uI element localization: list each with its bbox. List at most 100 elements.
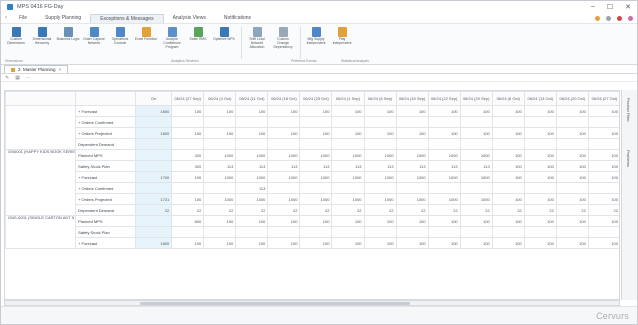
value-cell[interactable]: 100 — [491, 237, 525, 249]
value-cell[interactable]: 100 — [331, 215, 365, 227]
value-cell[interactable]: 100 — [587, 193, 619, 205]
value-cell[interactable]: 1000 — [331, 149, 365, 161]
value-cell[interactable] — [523, 182, 557, 194]
value-cell[interactable]: 100 — [363, 105, 397, 117]
value-cell[interactable]: 100 — [363, 237, 397, 249]
close-tab-icon[interactable]: × — [59, 67, 62, 72]
value-cell[interactable] — [395, 116, 429, 128]
value-cell[interactable]: 1000 — [235, 193, 269, 205]
edit-icon[interactable]: ✎ — [5, 75, 9, 81]
value-cell[interactable]: 113 — [459, 160, 493, 172]
value-cell[interactable]: 1000 — [267, 171, 301, 183]
value-cell[interactable]: 100 — [555, 105, 589, 117]
value-cell[interactable]: 100 — [267, 127, 301, 139]
ribbon-button[interactable]: Order Capture Network — [82, 27, 106, 46]
value-cell[interactable]: 113 — [395, 160, 429, 172]
value-cell[interactable]: 100 — [523, 215, 557, 227]
value-cell[interactable] — [395, 182, 429, 194]
value-cell[interactable]: 100 — [587, 127, 619, 139]
value-cell[interactable] — [427, 182, 461, 194]
value-cell[interactable]: 100 — [459, 127, 493, 139]
menu-item[interactable]: Analysis Views — [164, 14, 215, 23]
value-cell[interactable]: 1800 — [135, 237, 173, 249]
ribbon-button[interactable]: Analyze Confidence Program — [160, 27, 184, 49]
value-cell[interactable]: 100 — [299, 237, 333, 249]
value-cell[interactable] — [331, 182, 365, 194]
product-cell[interactable]: GNS-0001 (SINGLE CARTON ADT 5 KIDS) — [5, 215, 77, 249]
value-cell[interactable]: 100 — [523, 193, 557, 205]
value-cell[interactable]: 1000 — [203, 171, 237, 183]
value-cell[interactable]: 100 — [267, 105, 301, 117]
ribbon-button[interactable]: Custom Change Dependency — [271, 27, 295, 49]
value-cell[interactable]: 1000 — [203, 149, 237, 161]
menu-item[interactable]: Exceptions & Messages — [90, 13, 164, 23]
ribbon-button[interactable]: Optimize MPS — [212, 27, 236, 42]
value-cell[interactable]: 100 — [171, 127, 205, 139]
value-cell[interactable]: 22 — [427, 204, 461, 216]
value-cell[interactable] — [587, 116, 619, 128]
value-cell[interactable]: 100 — [363, 127, 397, 139]
value-cell[interactable]: 100 — [555, 149, 589, 161]
value-cell[interactable]: 113 — [235, 160, 269, 172]
ribbon-button[interactable]: Mfg Supply Independent — [304, 27, 328, 46]
value-cell[interactable] — [459, 182, 493, 194]
value-cell[interactable]: 1000 — [459, 193, 493, 205]
value-cell[interactable]: 100 — [171, 237, 205, 249]
value-cell[interactable]: 22 — [555, 204, 589, 216]
value-cell[interactable]: 113 — [299, 160, 333, 172]
value-cell[interactable]: 1000 — [427, 171, 461, 183]
value-cell[interactable] — [555, 226, 589, 238]
value-cell[interactable]: 100 — [555, 171, 589, 183]
value-cell[interactable]: 100 — [523, 105, 557, 117]
value-cell[interactable]: 100 — [587, 105, 619, 117]
value-cell[interactable] — [363, 138, 397, 150]
column-header[interactable]: 06/24 (27 Oct) — [587, 91, 619, 106]
value-cell[interactable]: 100 — [587, 215, 619, 227]
value-cell[interactable]: 22 — [299, 204, 333, 216]
value-cell[interactable] — [235, 226, 269, 238]
value-cell[interactable]: 100 — [299, 215, 333, 227]
value-cell[interactable] — [267, 182, 301, 194]
value-cell[interactable]: 100 — [267, 215, 301, 227]
value-cell[interactable] — [523, 116, 557, 128]
value-cell[interactable] — [135, 116, 173, 128]
value-cell[interactable]: 1000 — [363, 193, 397, 205]
menu-item[interactable]: Supply Planning — [36, 14, 90, 23]
value-cell[interactable]: 1000 — [395, 149, 429, 161]
value-cell[interactable]: 1000 — [203, 193, 237, 205]
value-cell[interactable]: 100 — [203, 127, 237, 139]
minimize-icon[interactable]: – — [591, 3, 595, 11]
value-cell[interactable] — [555, 182, 589, 194]
value-cell[interactable]: 100 — [491, 171, 525, 183]
value-cell[interactable]: 1800 — [135, 105, 173, 117]
ribbon-button[interactable]: Shift Lead Network Allocation — [245, 27, 269, 49]
column-header[interactable] — [5, 91, 77, 106]
grid-view-icon[interactable]: ▦ — [15, 75, 20, 81]
column-header[interactable]: 06/24 (11 Oct) — [235, 91, 269, 106]
column-header[interactable]: 06/24 (25 Oct) — [299, 91, 333, 106]
side-tab-product-filter[interactable]: Product Filter — [626, 98, 631, 122]
ribbon-button[interactable]: Dimensional Hierarchy — [30, 27, 54, 46]
value-cell[interactable] — [395, 138, 429, 150]
value-cell[interactable]: 100 — [331, 105, 365, 117]
value-cell[interactable]: 100 — [491, 160, 525, 172]
value-cell[interactable] — [459, 226, 493, 238]
value-cell[interactable]: 100 — [427, 127, 461, 139]
menu-item[interactable]: Notifications — [215, 14, 260, 23]
value-cell[interactable]: 100 — [235, 127, 269, 139]
column-header[interactable]: 06/24 (20 Oct) — [555, 91, 589, 106]
column-header[interactable]: 06/24 (15 Sep) — [395, 91, 429, 106]
value-cell[interactable]: 1000 — [267, 149, 301, 161]
back-icon[interactable]: ‹ — [5, 15, 7, 21]
value-cell[interactable] — [491, 182, 525, 194]
value-cell[interactable] — [203, 226, 237, 238]
value-cell[interactable]: 22 — [395, 204, 429, 216]
value-cell[interactable] — [363, 226, 397, 238]
value-cell[interactable] — [171, 138, 205, 150]
value-cell[interactable]: 100 — [235, 105, 269, 117]
value-cell[interactable] — [267, 226, 301, 238]
value-cell[interactable] — [587, 138, 619, 150]
value-cell[interactable]: 100 — [555, 237, 589, 249]
value-cell[interactable]: 100 — [427, 215, 461, 227]
value-cell[interactable] — [135, 182, 173, 194]
